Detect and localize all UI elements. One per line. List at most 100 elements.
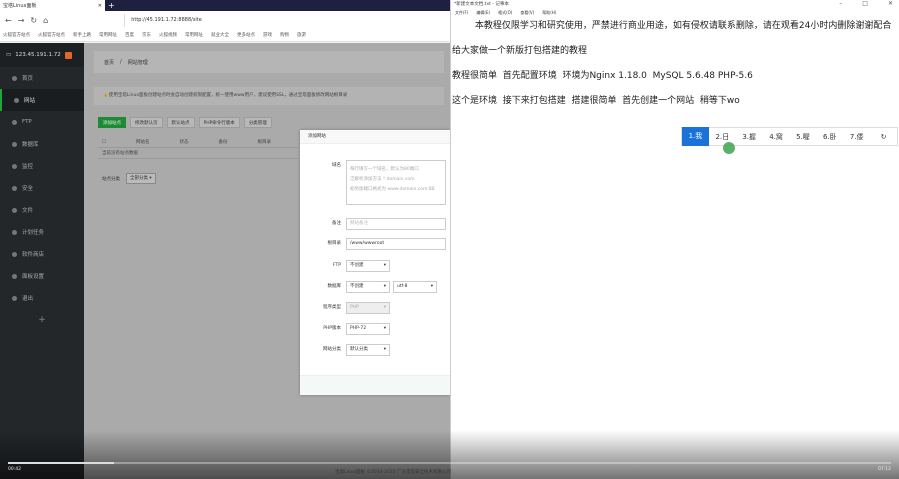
sidebar-item[interactable]: 网站 xyxy=(0,89,84,111)
address-bar: ← → ↻ ⌂ http://45.191.1.72:8888/site xyxy=(0,11,450,29)
remark-input[interactable]: 网站备注 xyxy=(346,218,446,230)
menu-item[interactable]: 查看(V) xyxy=(520,10,534,16)
ftp-select[interactable]: 不创建 ▾ xyxy=(346,260,390,272)
ime-candidate[interactable]: 3.握 xyxy=(736,132,763,142)
modal-title: 添加网站 xyxy=(300,130,450,144)
notification-badge[interactable] xyxy=(64,51,72,59)
sidebar-item[interactable]: 首页 xyxy=(0,67,84,89)
maximize-icon[interactable]: □ xyxy=(862,0,868,7)
menu-icon xyxy=(14,97,19,103)
back-icon[interactable]: ← xyxy=(5,16,12,25)
panel-footer: 宝塔Linux面板 ©2014-2020 广东堡塔安全技术有限公司 xyxy=(335,470,452,475)
menu-icon xyxy=(12,251,17,257)
add-menu-button[interactable]: + xyxy=(0,315,84,325)
sidebar-item[interactable]: 监控 xyxy=(0,155,84,177)
bookmark-item[interactable]: 常用网址 xyxy=(99,32,117,38)
bookmark-item[interactable]: 就业大全 xyxy=(211,32,229,38)
sidebar-item[interactable]: FTP xyxy=(0,111,84,133)
video-current-time: 00:42 xyxy=(8,467,21,472)
domain-textarea[interactable]: 每行填写一个域名，默认为80端口 泛解析添加方法 *.domain.com 如另加端… xyxy=(346,160,446,205)
sidebar-item[interactable]: 安全 xyxy=(0,177,84,199)
bookmark-item[interactable]: 火狐官方站点 xyxy=(3,32,30,38)
tab-bar: 宝塔Linux面板 ✕ + xyxy=(0,0,450,11)
php-label: PHP版本 xyxy=(323,326,341,331)
col-name[interactable]: 网站名 xyxy=(136,137,150,147)
breadcrumb: 首页 / 网站管理 xyxy=(94,51,444,73)
forward-icon[interactable]: → xyxy=(18,16,25,25)
bookmark-item[interactable]: 更多站点 xyxy=(237,32,255,38)
ime-candidate[interactable]: 5.喔 xyxy=(790,132,817,142)
bookmark-item[interactable]: 火狐官方站点 xyxy=(38,32,65,38)
domain-label: 域名 xyxy=(332,163,341,168)
sidebar-item[interactable]: 数据库 xyxy=(0,133,84,155)
remark-label: 备注 xyxy=(332,221,341,226)
php-select[interactable]: PHP-72 ▾ xyxy=(346,323,390,335)
select-all-checkbox[interactable]: ☐ xyxy=(102,137,106,147)
ime-candidate[interactable]: 2.日 xyxy=(709,132,736,142)
toolbar-button[interactable]: PHP命令行版本 xyxy=(198,117,240,128)
sidebar-item[interactable]: 面板设置 xyxy=(0,265,84,287)
bookmark-item[interactable]: 新手上路 xyxy=(73,32,91,38)
empty-text: 当前没有站点数据 xyxy=(102,151,138,156)
ime-refresh-icon[interactable]: ↻ xyxy=(870,133,897,141)
bookmark-item[interactable]: 游戏 xyxy=(263,32,272,38)
col-backup[interactable]: 备份 xyxy=(219,137,228,147)
toolbar-button[interactable]: 添加站点 xyxy=(98,117,126,128)
notepad-titlebar: *新建文本文档.txt - 记事本 xyxy=(451,0,899,8)
category-select[interactable]: 全部分类 ▾ xyxy=(126,173,156,184)
menu-icon xyxy=(12,119,17,125)
video-progress-bar[interactable] xyxy=(8,462,891,464)
url-input[interactable]: http://45.191.1.72:8888/site xyxy=(124,13,445,27)
category-row: 网站分类 默认分类 ▾ xyxy=(300,344,390,356)
col-root[interactable]: 根目录 xyxy=(258,137,272,147)
sidebar: ▭ 123.45.191.1.72 首页 网站 FTP 数据库 监控 安全 文件 计划任务 软件商… xyxy=(0,43,84,479)
bookmark-item[interactable]: 购物 xyxy=(280,32,289,38)
toolbar-button[interactable]: 分类管理 xyxy=(243,117,272,128)
col-status[interactable]: 状态 xyxy=(180,137,189,147)
bookmark-item[interactable]: 常用网址 xyxy=(185,32,203,38)
db-charset-select[interactable]: utf-8 ▾ xyxy=(393,281,437,293)
menu-item[interactable]: 文件(F) xyxy=(455,10,468,16)
close-icon[interactable]: ✕ xyxy=(888,0,893,7)
db-label: 数据库 xyxy=(327,284,342,289)
category-label: 站点分类 xyxy=(102,176,120,182)
home-icon[interactable]: ⌂ xyxy=(43,16,48,25)
reload-icon[interactable]: ↻ xyxy=(30,16,37,25)
type-select[interactable]: PHP ▾ xyxy=(346,302,390,314)
category-filter: 站点分类 全部分类 ▾ xyxy=(102,173,156,184)
php-row: PHP版本 PHP-72 ▾ xyxy=(300,323,390,335)
menu-icon xyxy=(12,141,17,147)
menu-item[interactable]: 编辑(E) xyxy=(476,10,490,16)
bookmark-item[interactable]: 百度 xyxy=(125,32,134,38)
ime-candidate[interactable]: 4.窝 xyxy=(763,132,790,142)
db-select[interactable]: 不创建 ▾ xyxy=(346,281,390,293)
bookmark-item[interactable]: 旅游 xyxy=(297,32,306,38)
toolbar-button[interactable]: 默认站点 xyxy=(166,117,195,128)
menu-icon xyxy=(12,229,17,235)
minimize-icon[interactable]: – xyxy=(839,0,842,7)
new-tab-button[interactable]: + xyxy=(108,0,115,11)
menu-item[interactable]: 格式(O) xyxy=(498,10,512,16)
close-tab-icon[interactable]: ✕ xyxy=(98,3,102,9)
bookmark-item[interactable]: 火狐视频 xyxy=(159,32,177,38)
browser-tab[interactable]: 宝塔Linux面板 ✕ xyxy=(0,0,105,11)
toolbar-button[interactable]: 修改默认页 xyxy=(130,117,163,128)
site-category-select[interactable]: 默认分类 ▾ xyxy=(346,344,390,356)
ime-candidate[interactable]: 7.倭 xyxy=(843,132,870,142)
bookmark-item[interactable]: 京东 xyxy=(142,32,151,38)
sidebar-item[interactable]: 退出 xyxy=(0,287,84,309)
notepad-textarea[interactable]: 本教程仅限学习和研究使用，严禁进行商业用途，如有侵权请联系删除，请在观看24小时… xyxy=(451,18,899,110)
sidebar-item-label: 文件 xyxy=(22,208,34,214)
menu-item[interactable]: 帮助(H) xyxy=(542,10,556,16)
menu-icon xyxy=(12,163,17,169)
sidebar-item[interactable]: 文件 xyxy=(0,199,84,221)
site-toolbar: 添加站点 修改默认页 默认站点 PHP命令行版本 分类管理 xyxy=(98,117,272,128)
ime-candidate[interactable]: 6.卧 xyxy=(816,132,843,142)
breadcrumb-home[interactable]: 首页 xyxy=(104,59,114,66)
sidebar-item[interactable]: 软件商店 xyxy=(0,243,84,265)
sidebar-item[interactable]: 计划任务 xyxy=(0,221,84,243)
text-line: 教程很简单 首先配置环境 环境为Nginx 1.18.0 MySQL 5.6.4… xyxy=(452,71,753,81)
text-line xyxy=(452,83,898,96)
ime-candidate[interactable]: 1.我 xyxy=(682,127,709,146)
root-input[interactable]: /www/wwwroot xyxy=(346,238,446,250)
